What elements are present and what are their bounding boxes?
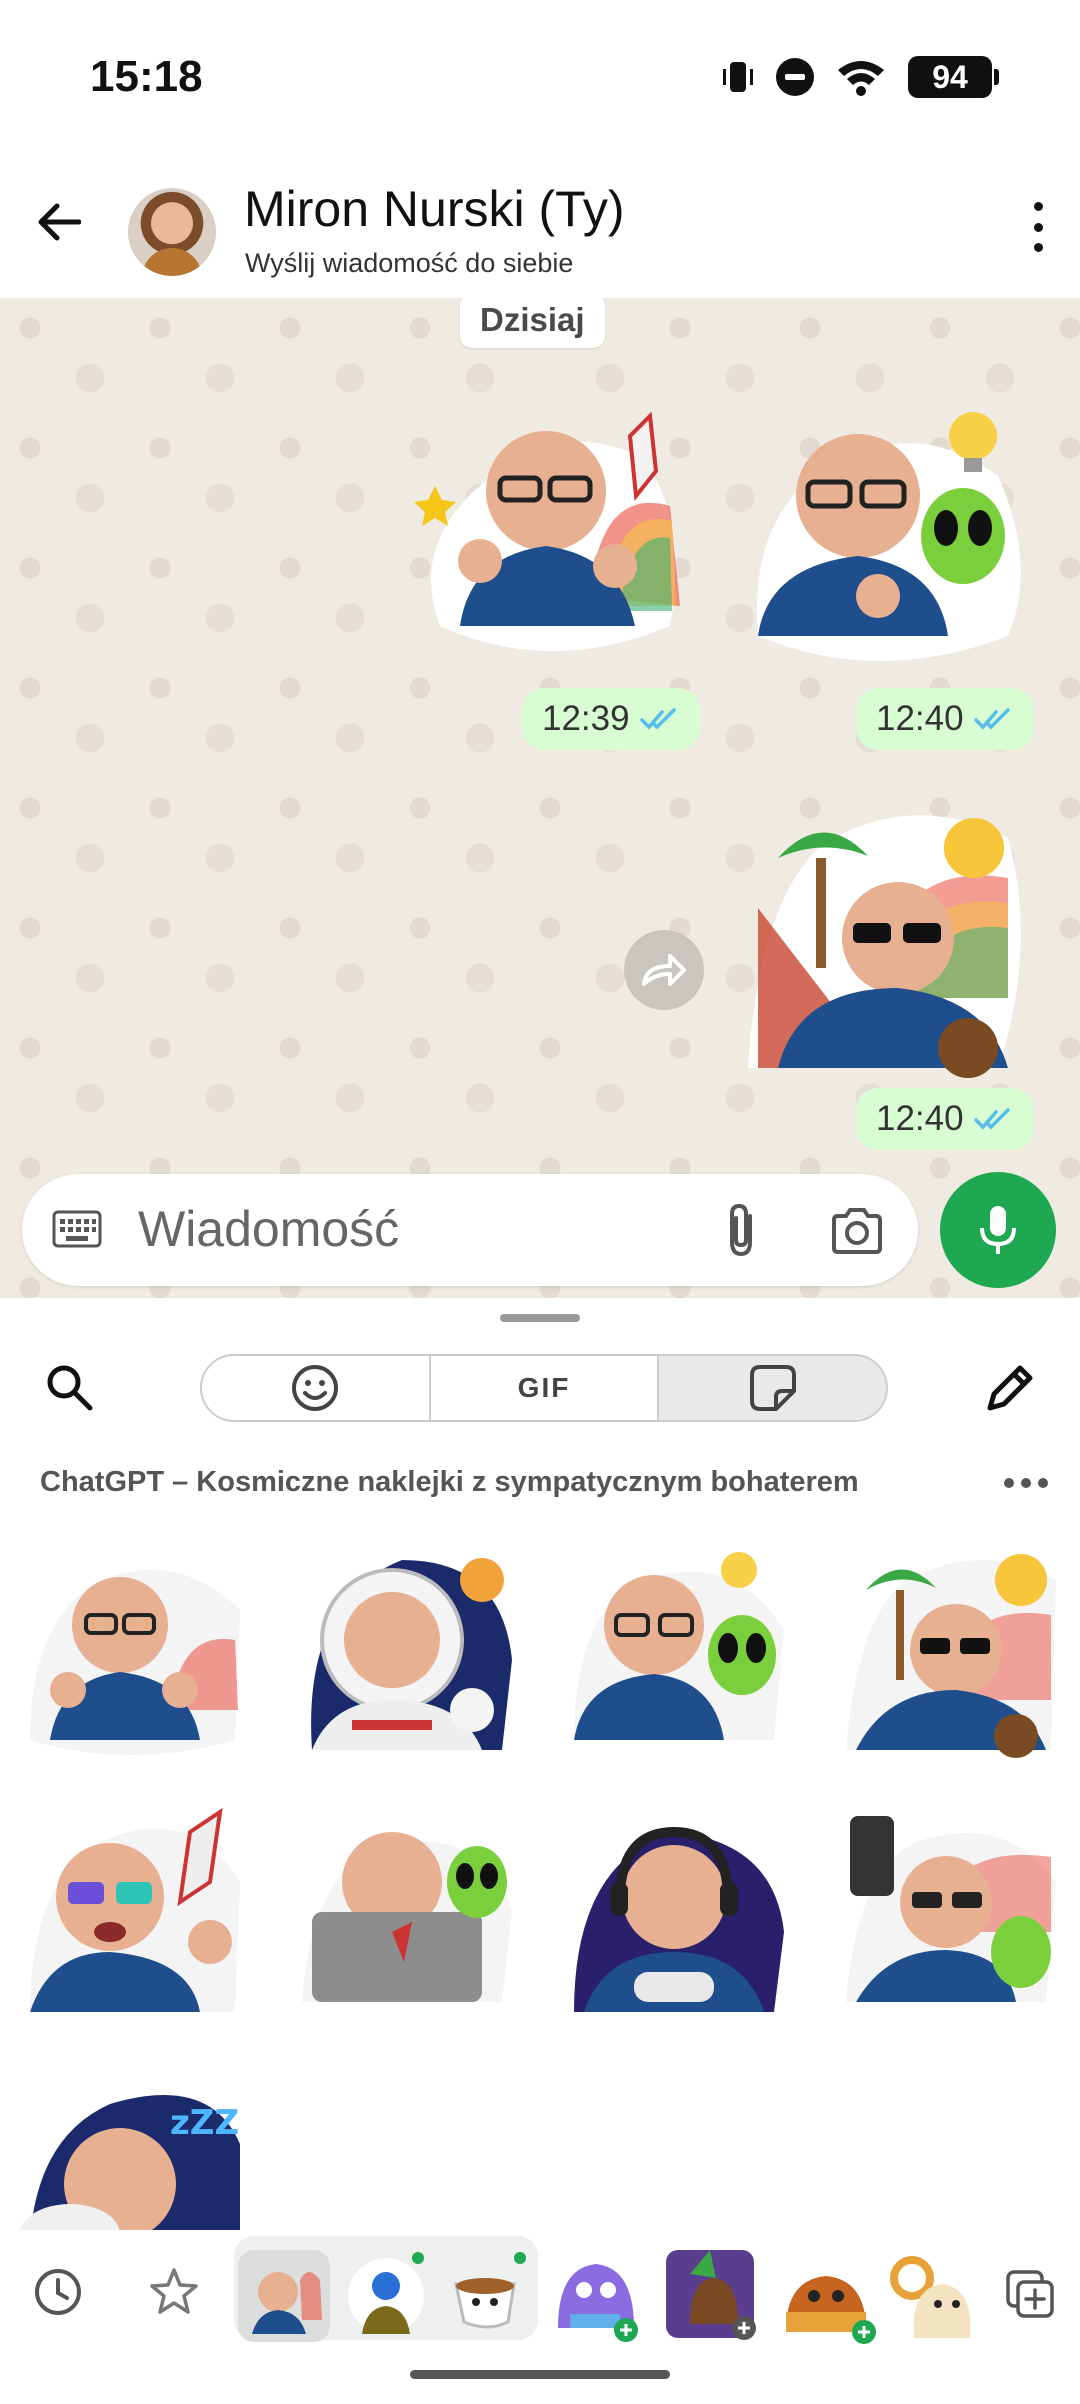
- sticker-laptop-alien[interactable]: [292, 1802, 522, 2032]
- sticker-sleeping[interactable]: zZZ: [20, 2064, 250, 2230]
- pack-avatar[interactable]: [340, 2250, 432, 2342]
- sticker-panel: GIF ChatGPT – Kosmiczne naklejki z sympa…: [0, 1300, 1080, 2404]
- arrow-left-icon: [38, 203, 81, 241]
- svg-text:zZZ: zZZ: [170, 2103, 239, 2143]
- panel-tabs: GIF: [200, 1354, 888, 1422]
- message-input[interactable]: Wiadomość: [138, 1200, 399, 1258]
- read-ticks-icon: [639, 708, 676, 730]
- contact-name[interactable]: Miron Nurski (Ty): [244, 180, 625, 238]
- message-sticker[interactable]: [738, 798, 1038, 1088]
- add-pack-icon[interactable]: [1004, 2268, 1056, 2320]
- sticker-thinking-alien[interactable]: [564, 1540, 794, 1770]
- home-indicator[interactable]: [410, 2370, 670, 2379]
- search-icon[interactable]: [42, 1360, 98, 1416]
- panel-drag-handle[interactable]: [500, 1314, 580, 1322]
- message-time: 12:40: [876, 699, 964, 738]
- dot-icon: [1033, 222, 1043, 232]
- wifi-icon: [838, 61, 884, 96]
- my-packs-group: [234, 2236, 538, 2342]
- chat-area[interactable]: Dzisiaj 12:39 12:40 12:40: [0, 298, 1080, 1298]
- pack-coffee-cup[interactable]: [442, 2250, 534, 2342]
- pack-beaver-party[interactable]: [660, 2244, 760, 2344]
- tab-stickers[interactable]: [659, 1356, 886, 1420]
- status-time: 15:18: [90, 52, 203, 101]
- new-badge: [514, 2252, 526, 2264]
- sticker-grid: zZZ: [20, 1540, 1060, 2230]
- battery-indicator: 94: [908, 56, 999, 98]
- voice-message-button[interactable]: [940, 1172, 1056, 1288]
- message-meta: 12:39: [522, 688, 700, 750]
- message-time: 12:40: [876, 1099, 964, 1138]
- message-input-pill[interactable]: Wiadomość: [22, 1174, 918, 1286]
- pack-purple-monster[interactable]: [548, 2248, 644, 2344]
- sticker-astronaut[interactable]: [292, 1540, 522, 1770]
- gif-label: GIF: [517, 1372, 571, 1403]
- sticker-relaxing-palm[interactable]: [836, 1540, 1060, 1770]
- status-bar: 15:18 94: [0, 0, 1080, 150]
- chat-header: Miron Nurski (Ty) Wyślij wiadomość do si…: [0, 150, 1080, 298]
- dot-icon: [1033, 202, 1043, 211]
- message-sticker[interactable]: [400, 396, 690, 686]
- paperclip-icon[interactable]: [716, 1202, 766, 1258]
- dot-icon: [1033, 243, 1043, 252]
- sticker-gamer[interactable]: [564, 1802, 794, 2032]
- star-icon[interactable]: [146, 2264, 202, 2320]
- sticker-thumbs-up-rocket[interactable]: [20, 1540, 250, 1770]
- message-sticker[interactable]: [748, 396, 1038, 686]
- forward-button[interactable]: [624, 930, 704, 1010]
- recent-icon[interactable]: [30, 2264, 86, 2320]
- read-ticks-icon: [973, 1108, 1010, 1130]
- new-badge: [412, 2252, 424, 2264]
- back-button[interactable]: [30, 194, 86, 250]
- more-options-button[interactable]: [1018, 202, 1058, 252]
- pack-beaver-orange[interactable]: [776, 2250, 876, 2346]
- forward-icon: [642, 954, 686, 986]
- microphone-icon: [980, 1206, 1016, 1254]
- pack-more-button[interactable]: [1004, 1478, 1048, 1488]
- tab-gif[interactable]: GIF: [431, 1356, 660, 1420]
- pack-ram-character[interactable]: [890, 2248, 980, 2344]
- sticker-pack-title: ChatGPT – Kosmiczne naklejki z sympatycz…: [40, 1466, 859, 1498]
- pack-chatgpt-space[interactable]: [238, 2250, 330, 2342]
- read-ticks-icon: [973, 708, 1010, 730]
- camera-icon[interactable]: [830, 1206, 884, 1254]
- tab-emoji[interactable]: [202, 1356, 431, 1420]
- pencil-icon[interactable]: [982, 1360, 1038, 1416]
- vibrate-icon: [722, 60, 754, 94]
- smiley-icon: [292, 1365, 339, 1411]
- do-not-disturb-icon: [776, 58, 814, 96]
- sticker-icon: [749, 1365, 796, 1411]
- status-icons: 94: [722, 56, 999, 98]
- contact-subtitle: Wyślij wiadomość do siebie: [245, 248, 574, 278]
- message-meta: 12:40: [856, 688, 1034, 750]
- sticker-rainbow-glasses-rocket[interactable]: [20, 1802, 250, 2032]
- avatar[interactable]: [128, 188, 216, 276]
- sticker-tray: [0, 2230, 1080, 2350]
- message-time: 12:39: [542, 699, 630, 738]
- sticker-selfie-alien[interactable]: [836, 1802, 1060, 2032]
- message-meta: 12:40: [856, 1088, 1034, 1150]
- keyboard-icon[interactable]: [52, 1210, 102, 1248]
- composer-row: Wiadomość: [0, 1168, 1080, 1298]
- date-chip: Dzisiaj: [460, 298, 605, 348]
